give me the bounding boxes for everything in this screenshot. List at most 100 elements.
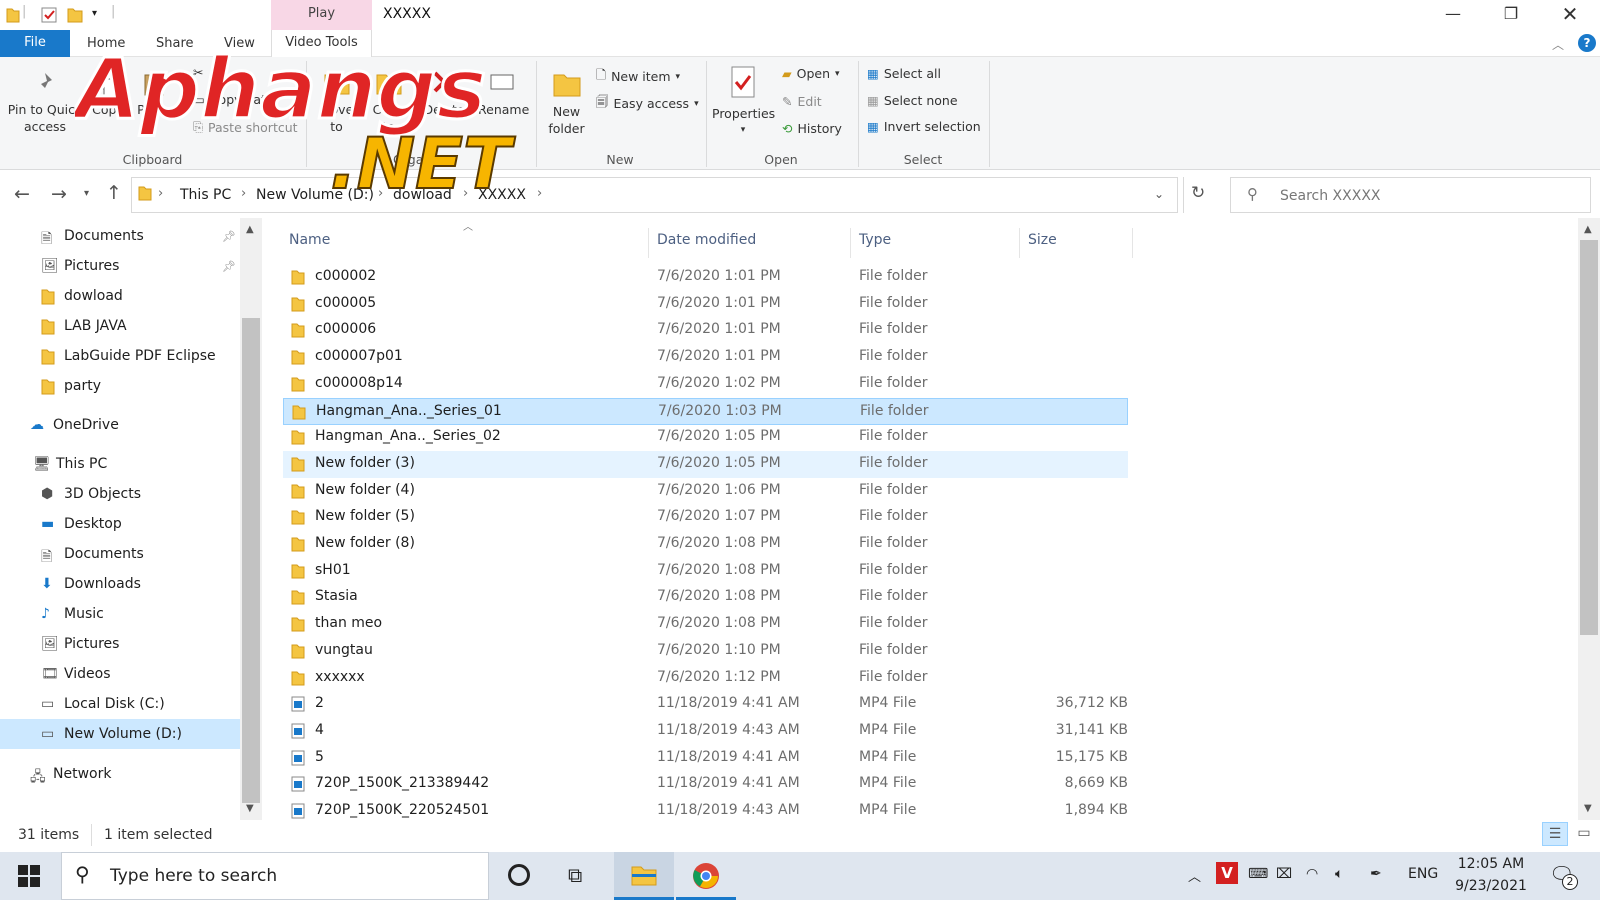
file-row[interactable]: New folder (5) 7/6/2020 1:07 PM File folde… (283, 504, 1128, 531)
breadcrumb-drive[interactable]: New Volume (D:) (256, 187, 374, 203)
file-row[interactable]: 2 11/18/2019 4:41 AM MP4 File 36,712 KB (283, 691, 1128, 718)
column-date[interactable]: Date modified (657, 232, 756, 248)
file-row[interactable]: 4 11/18/2019 4:43 AM MP4 File 31,141 KB (283, 718, 1128, 745)
invert-selection-button[interactable]: ▦ Invert selection (867, 119, 981, 134)
pin-quick-access-button[interactable]: Pin to Quick access (6, 71, 84, 135)
file-row[interactable]: than meo 7/6/2020 1:08 PM File folder (283, 611, 1128, 638)
show-hidden-icons-icon[interactable]: ︿ (1188, 866, 1201, 885)
nav-item[interactable]: party (0, 371, 240, 401)
nav-item[interactable]: LabGuide PDF Eclipse (0, 341, 240, 371)
large-icons-view-icon[interactable]: ▭ (1572, 822, 1596, 846)
nav-item[interactable]: ⬇ Downloads (0, 569, 240, 599)
taskbar-search-input[interactable]: Type here to search (110, 866, 277, 886)
column-size[interactable]: Size (1028, 232, 1057, 248)
column-type[interactable]: Type (859, 232, 891, 248)
breadcrumb-current[interactable]: XXXXX (478, 187, 526, 203)
file-scroll-thumb[interactable] (1580, 240, 1598, 635)
file-row[interactable]: New folder (3) 7/6/2020 1:05 PM File folde… (283, 450, 1128, 478)
scroll-down-icon[interactable]: ▼ (1584, 803, 1592, 814)
nav-item[interactable]: 🖧 Network (0, 759, 240, 789)
nav-item[interactable]: 🎞 Videos (0, 659, 240, 689)
scroll-up-icon[interactable]: ▲ (1584, 224, 1592, 235)
copy-button[interactable]: Copy (90, 71, 126, 118)
delete-button[interactable]: Delete (420, 67, 468, 118)
file-row[interactable]: New folder (8) 7/6/2020 1:08 PM File folde… (283, 531, 1128, 558)
file-row[interactable]: vungtau 7/6/2020 1:10 PM File folder (283, 638, 1128, 665)
file-row[interactable]: 5 11/18/2019 4:41 AM MP4 File 15,175 KB (283, 745, 1128, 772)
nav-item[interactable]: ☁ OneDrive (0, 410, 240, 440)
nav-item[interactable]: LAB JAVA (0, 311, 240, 341)
breadcrumb-chevron-icon[interactable]: › (158, 186, 163, 201)
breadcrumb-chevron-icon[interactable]: › (463, 186, 468, 201)
select-none-button[interactable]: ▦ Select none (867, 93, 958, 108)
clock-time[interactable]: 12:05 AM (1453, 856, 1529, 872)
tab-video-tools[interactable]: Video Tools (271, 30, 372, 57)
pin-icon[interactable]: 📌︎ (222, 260, 236, 273)
file-row[interactable]: Hangman_Ana.._Series_01 7/6/2020 1:03 PM F… (283, 397, 1128, 425)
nav-item[interactable]: ▭ New Volume (D:) (0, 719, 240, 749)
copy-path-button[interactable]: ▭ Copy path (193, 92, 274, 107)
windows-start-icon[interactable] (18, 865, 40, 891)
forward-icon[interactable]: → (51, 183, 67, 205)
language-indicator[interactable]: ENG (1408, 866, 1438, 882)
file-row[interactable]: c000006 7/6/2020 1:01 PM File folder (283, 317, 1128, 344)
file-row[interactable]: c000007p01 7/6/2020 1:01 PM File folder (283, 344, 1128, 371)
meet-now-icon[interactable]: ⌨ (1248, 866, 1268, 882)
volume-icon[interactable]: 🔈︎ (1335, 866, 1343, 882)
nav-scroll-thumb[interactable] (242, 318, 260, 803)
easy-access-button[interactable]: 🗐 Easy access ▾ (596, 93, 699, 114)
scroll-up-icon[interactable]: ▲ (246, 224, 254, 235)
file-row[interactable]: c000008p14 7/6/2020 1:02 PM File folder (283, 371, 1128, 398)
input-indicator-icon[interactable]: ⌧ (1276, 866, 1292, 882)
nav-item[interactable]: dowload (0, 281, 240, 311)
help-icon[interactable]: ? (1578, 34, 1596, 52)
file-row[interactable]: New folder (4) 7/6/2020 1:06 PM File folde… (283, 478, 1128, 505)
new-folder-qa-icon[interactable] (67, 6, 83, 24)
select-all-button[interactable]: ▦ Select all (867, 66, 941, 81)
nav-item[interactable]: 🗎 Documents (0, 539, 240, 569)
cut-button[interactable]: ✂ (193, 65, 203, 80)
customize-qa-icon[interactable]: ▾ (92, 8, 97, 26)
scroll-down-icon[interactable]: ▼ (246, 803, 254, 814)
breadcrumb-chevron-icon[interactable]: › (537, 186, 542, 201)
refresh-icon[interactable]: ↻ (1191, 183, 1205, 203)
column-divider[interactable] (648, 228, 649, 258)
breadcrumb-chevron-icon[interactable]: › (378, 186, 383, 201)
properties-button[interactable]: Properties ▾ (712, 65, 775, 139)
vietkey-icon[interactable]: V (1216, 862, 1238, 884)
properties-qa-icon[interactable] (40, 6, 58, 24)
play-context-tab[interactable]: Play (271, 0, 372, 30)
file-row[interactable]: Hangman_Ana.._Series_02 7/6/2020 1:05 PM F… (283, 424, 1128, 451)
open-button[interactable]: ▰ Open ▾ (782, 66, 840, 81)
details-view-icon[interactable]: ☰ (1542, 822, 1568, 846)
edit-button[interactable]: ✎ Edit (782, 94, 822, 109)
paste-shortcut-button[interactable]: ⎘ Paste shortcut (193, 119, 298, 135)
nav-item[interactable]: ⬢ 3D Objects (0, 479, 240, 509)
up-icon[interactable]: ↑ (106, 182, 122, 204)
breadcrumb-dowload[interactable]: dowload (393, 187, 452, 203)
recent-locations-icon[interactable]: ▾ (84, 188, 89, 199)
pin-icon[interactable]: 📌︎ (222, 230, 236, 243)
copy-to-button[interactable]: Copy to (366, 67, 411, 135)
tab-home[interactable]: Home (87, 36, 125, 51)
restore-button[interactable]: ❐ (1482, 0, 1540, 30)
move-to-button[interactable]: Move to (314, 67, 359, 135)
column-divider[interactable] (850, 228, 851, 258)
file-row[interactable]: Stasia 7/6/2020 1:08 PM File folder (283, 584, 1128, 611)
file-row[interactable]: xxxxxx 7/6/2020 1:12 PM File folder (283, 665, 1128, 692)
tab-file[interactable]: File (0, 30, 70, 57)
nav-scrollbar[interactable]: ▲ ▼ (240, 218, 262, 820)
breadcrumb-this-pc[interactable]: This PC (180, 187, 231, 203)
breadcrumb-chevron-icon[interactable]: › (241, 186, 246, 201)
nav-item[interactable]: 🖼 Pictures 📌︎ (0, 251, 240, 281)
collapse-ribbon-icon[interactable]: ︿ (1552, 36, 1564, 53)
column-divider[interactable] (1132, 228, 1133, 258)
history-button[interactable]: ⟲ History (782, 121, 842, 136)
pen-icon[interactable]: ✒ (1370, 866, 1382, 882)
nav-item[interactable]: 🖥 This PC (0, 449, 240, 479)
back-icon[interactable]: ← (14, 183, 30, 205)
column-name[interactable]: Name (289, 232, 330, 248)
nav-item[interactable]: 🗎 Documents 📌︎ (0, 221, 240, 251)
file-list-scrollbar[interactable]: ▲ ▼ (1578, 218, 1600, 820)
column-divider[interactable] (1019, 228, 1020, 258)
